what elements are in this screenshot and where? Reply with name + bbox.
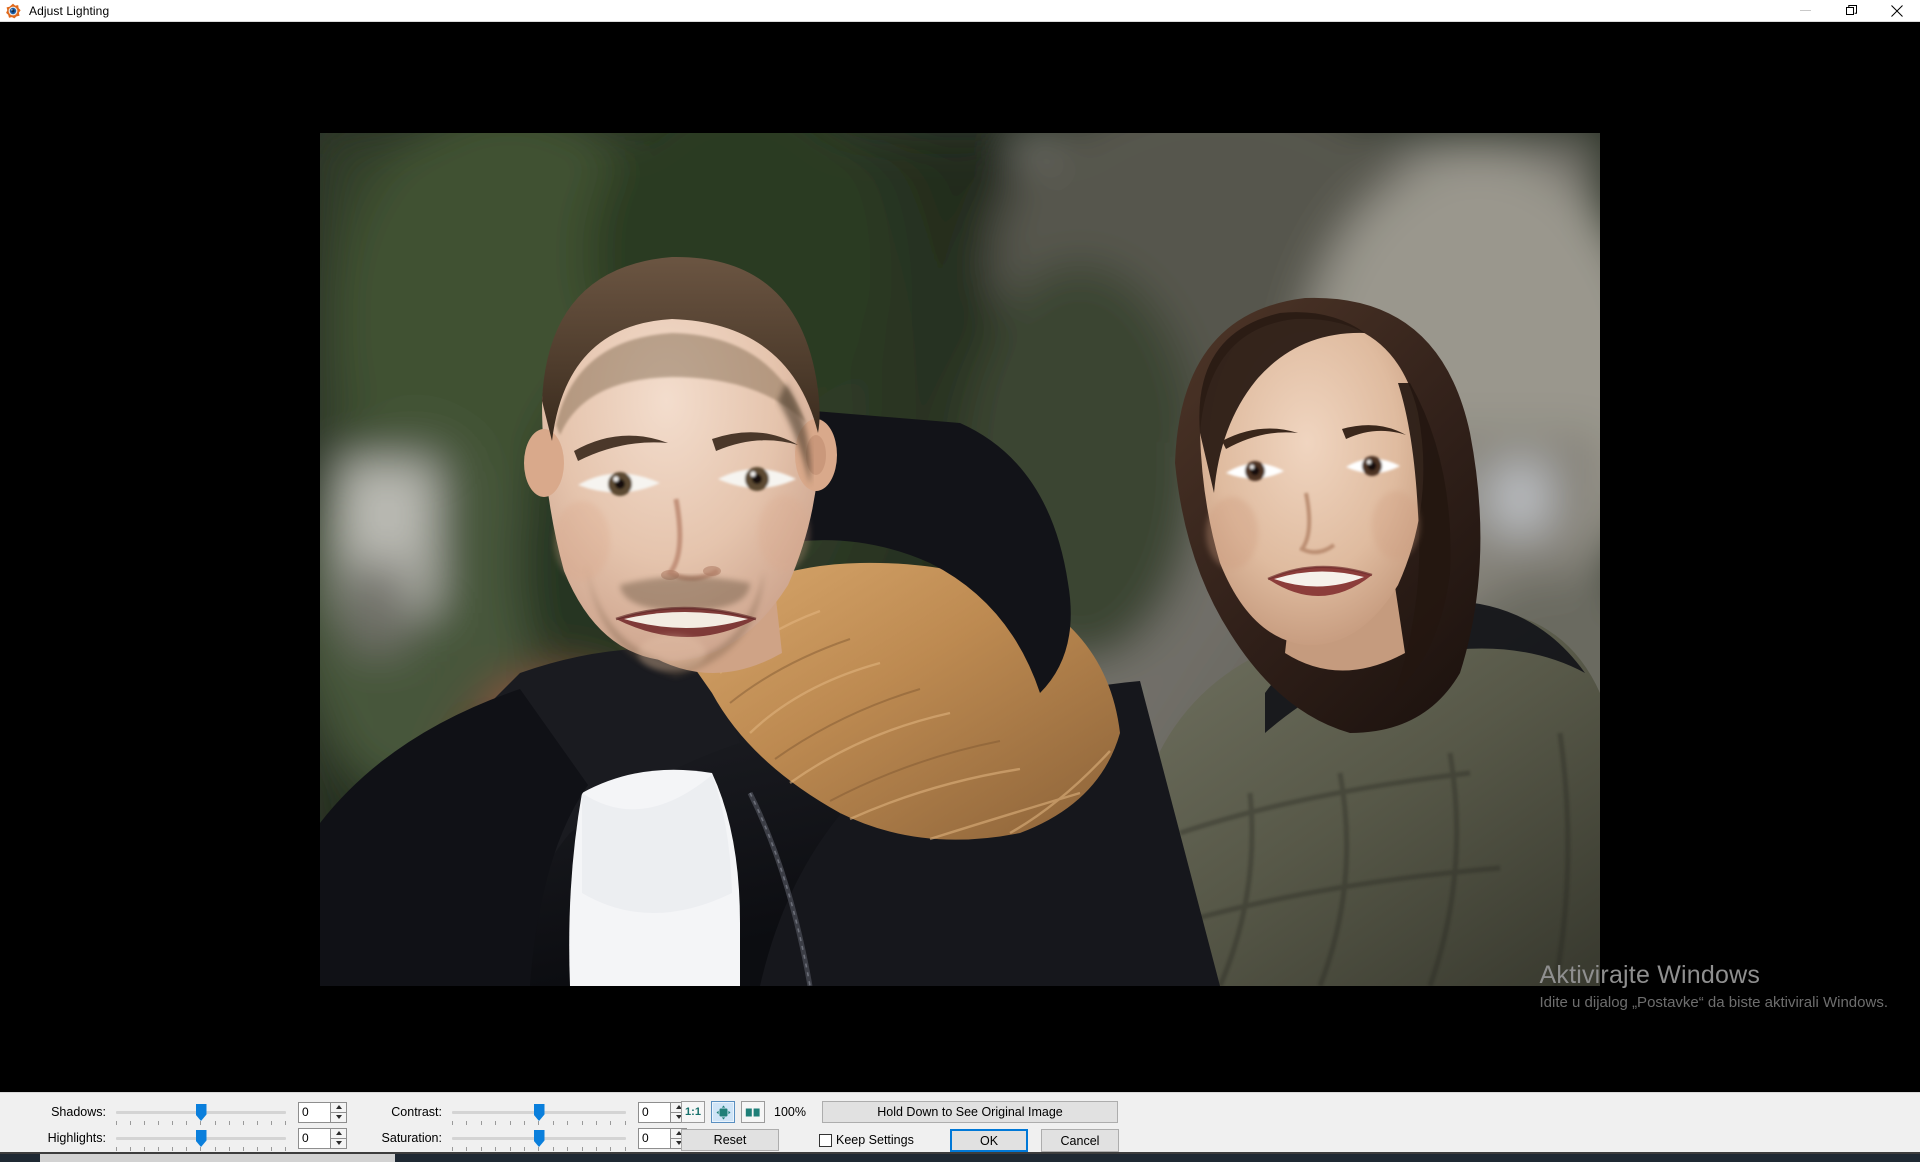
zoom-1to1-button[interactable]: 1:1 <box>681 1101 705 1123</box>
hold-original-image-button[interactable]: Hold Down to See Original Image <box>822 1101 1118 1123</box>
highlights-slider[interactable] <box>116 1127 286 1151</box>
keep-settings-box[interactable] <box>819 1133 832 1147</box>
highlights-spin-up[interactable] <box>330 1127 347 1138</box>
saturation-spinbox[interactable]: 0 <box>638 1127 687 1149</box>
highlights-control: Highlights: 0 <box>28 1127 347 1151</box>
shadows-spinbox[interactable]: 0 <box>298 1101 347 1123</box>
ok-button[interactable]: OK <box>950 1129 1028 1152</box>
window-title: Adjust Lighting <box>29 3 110 18</box>
saturation-label: Saturation: <box>381 1131 442 1145</box>
shadows-slider[interactable] <box>116 1101 286 1125</box>
cancel-button[interactable]: Cancel <box>1041 1129 1119 1152</box>
saturation-value-input[interactable]: 0 <box>638 1127 670 1149</box>
adjustment-toolbar: Shadows: 0 Highlights: 0 Contrast: 0 Sat… <box>0 1092 1920 1154</box>
contrast-value-input[interactable]: 0 <box>638 1101 670 1123</box>
saturation-control: Saturation: 0 <box>360 1127 687 1151</box>
adjust-lighting-window: Adjust Lighting Aktivirajte Windows Idit… <box>0 0 1920 1162</box>
zoom-1to1-label: 1:1 <box>685 1106 701 1118</box>
saturation-slider-thumb[interactable] <box>533 1130 545 1147</box>
highlights-slider-thumb[interactable] <box>195 1130 207 1147</box>
preview-photograph[interactable] <box>320 133 1600 986</box>
taskbar-sliver-segment[interactable] <box>40 1154 395 1162</box>
contrast-slider[interactable] <box>452 1101 626 1125</box>
title-bar[interactable]: Adjust Lighting <box>0 0 1920 22</box>
highlights-spinbox[interactable]: 0 <box>298 1127 347 1149</box>
keep-settings-label: Keep Settings <box>836 1133 914 1147</box>
shadows-spin-up[interactable] <box>330 1101 347 1112</box>
reset-button[interactable]: Reset <box>681 1129 779 1151</box>
highlights-value-input[interactable]: 0 <box>298 1127 330 1149</box>
shadows-slider-thumb[interactable] <box>195 1104 207 1121</box>
side-by-side-compare-icon[interactable] <box>741 1101 765 1123</box>
shadows-value-input[interactable]: 0 <box>298 1101 330 1123</box>
saturation-slider[interactable] <box>452 1127 626 1151</box>
highlights-spin-buttons[interactable] <box>330 1127 347 1149</box>
fit-to-window-icon[interactable] <box>711 1101 735 1123</box>
app-icon <box>3 0 23 22</box>
shadows-spin-buttons[interactable] <box>330 1101 347 1123</box>
keep-settings-checkbox[interactable]: Keep Settings <box>819 1133 914 1147</box>
shadows-spin-down[interactable] <box>330 1111 347 1123</box>
watermark-subtitle: Idite u dijalog „Postavke“ da biste akti… <box>1539 994 1889 1011</box>
shadows-label: Shadows: <box>51 1105 106 1119</box>
zoom-controls: 1:1 100% <box>681 1101 806 1123</box>
contrast-control: Contrast: 0 <box>360 1101 687 1125</box>
shadows-control: Shadows: 0 <box>28 1101 347 1125</box>
highlights-spin-down[interactable] <box>330 1137 347 1149</box>
contrast-spinbox[interactable]: 0 <box>638 1101 687 1123</box>
close-icon[interactable] <box>1874 0 1920 22</box>
restore-icon[interactable] <box>1828 0 1874 22</box>
zoom-percent-label: 100% <box>774 1105 806 1119</box>
taskbar-sliver[interactable] <box>0 1154 1920 1162</box>
image-preview-canvas[interactable]: Aktivirajte Windows Idite u dijalog „Pos… <box>0 22 1920 1092</box>
contrast-slider-thumb[interactable] <box>533 1104 545 1121</box>
minimize-icon[interactable] <box>1782 0 1828 22</box>
contrast-label: Contrast: <box>391 1105 442 1119</box>
highlights-label: Highlights: <box>47 1131 106 1145</box>
